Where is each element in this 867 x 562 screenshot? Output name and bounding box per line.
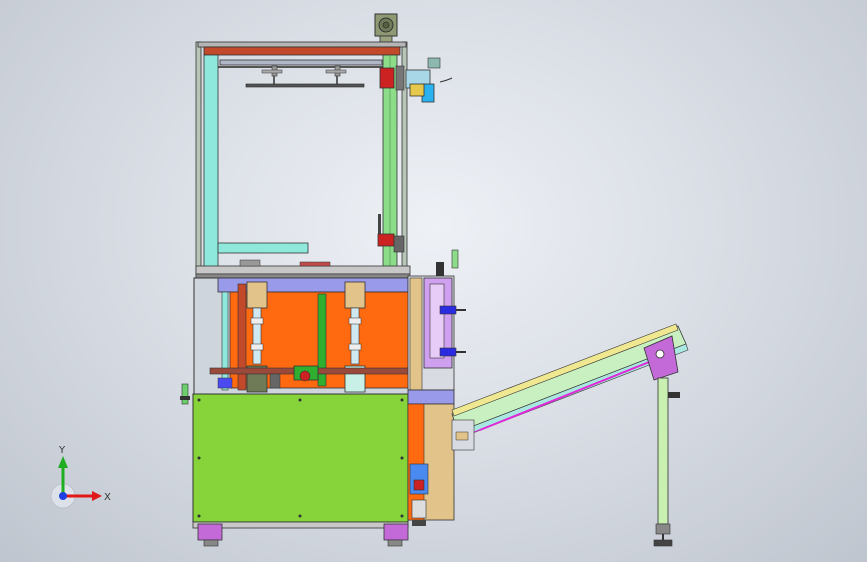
inclined-conveyor xyxy=(451,323,689,547)
side-handle xyxy=(180,383,190,405)
x-axis-label: X xyxy=(104,492,111,503)
cyan-arm xyxy=(217,242,309,254)
right-lower-blocks xyxy=(407,389,455,526)
y-axis-label: Y xyxy=(58,445,66,456)
machine-drawing: Y X xyxy=(50,13,689,547)
cad-viewport[interactable]: Y X xyxy=(0,0,867,562)
lower-cabinet xyxy=(192,393,409,523)
cabinet-feet xyxy=(192,521,409,547)
coordinate-triad: Y X xyxy=(50,445,111,509)
gantry-gripper xyxy=(245,65,365,88)
right-housing xyxy=(407,249,466,391)
top-gearmotor xyxy=(374,13,398,43)
middle-plate xyxy=(195,259,411,279)
